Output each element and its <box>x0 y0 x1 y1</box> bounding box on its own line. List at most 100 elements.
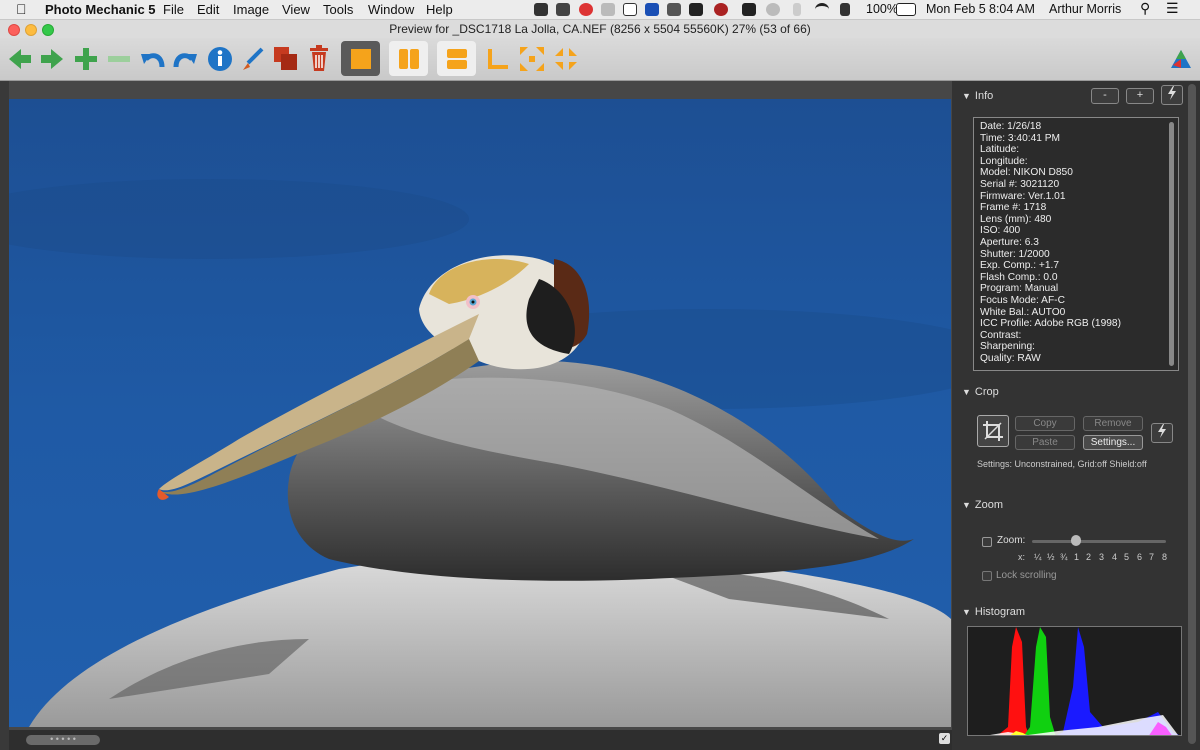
info-line: Firmware: Ver.1.01 <box>980 190 1066 202</box>
menu-bar:  Photo Mechanic 5 File Edit Image View … <box>0 0 1200 20</box>
zoom-level[interactable]: 3 <box>1099 552 1104 562</box>
toolbar <box>0 38 1200 81</box>
single-view-icon[interactable] <box>341 41 380 76</box>
zoom-level[interactable]: ¼ <box>1034 552 1042 562</box>
crop-paste-button[interactable]: Paste <box>1015 435 1075 450</box>
menu-help[interactable]: Help <box>426 2 453 17</box>
plus-icon[interactable] <box>71 44 101 74</box>
zoom-level[interactable]: ½ <box>1047 552 1055 562</box>
zoom-label: Zoom: <box>997 535 1026 546</box>
info-line: Flash Comp.: 0.0 <box>980 271 1058 283</box>
zoom-level[interactable]: 8 <box>1162 552 1167 562</box>
zoom-level[interactable]: 5 <box>1124 552 1129 562</box>
zoom-level[interactable]: 6 <box>1137 552 1142 562</box>
menu-view[interactable]: View <box>282 2 310 17</box>
app-name-menu[interactable]: Photo Mechanic 5 <box>45 2 156 17</box>
menu-edit[interactable]: Edit <box>197 2 219 17</box>
menubar-time[interactable]: 8:04 AM <box>989 2 1035 16</box>
side-by-side-icon[interactable] <box>389 41 428 76</box>
forward-arrow-icon[interactable] <box>37 44 67 74</box>
bluetooth-icon[interactable] <box>793 3 801 16</box>
crop-corner-icon[interactable] <box>483 44 513 74</box>
crop-tool-button[interactable] <box>977 415 1009 447</box>
binoculars-icon[interactable] <box>742 3 756 16</box>
zoom-level[interactable]: ¾ <box>1060 552 1068 562</box>
zoom-section-header[interactable]: ▼ Zoom <box>962 499 1003 511</box>
info-line: Lens (mm): 480 <box>980 213 1052 225</box>
zoom-checkbox[interactable] <box>982 537 992 547</box>
panel-scrollbar[interactable] <box>1188 84 1196 744</box>
status-tray-icon[interactable] <box>667 3 681 16</box>
crop-remove-button[interactable]: Remove <box>1083 416 1143 431</box>
fit-contract-icon[interactable] <box>551 44 581 74</box>
menu-file[interactable]: File <box>163 2 184 17</box>
back-arrow-icon[interactable] <box>5 44 35 74</box>
crop-section-header[interactable]: ▼ Crop <box>962 386 999 398</box>
info-line: Model: NIKON D850 <box>980 167 1073 179</box>
status-tray-icon[interactable] <box>689 3 703 16</box>
info-lightning-button[interactable] <box>1161 85 1183 105</box>
dropbox-icon[interactable] <box>534 3 548 16</box>
info-text-box[interactable]: Date: 1/26/18 Time: 3:40:41 PM Latitude:… <box>973 117 1179 371</box>
left-edge-bar <box>0 81 9 750</box>
time-machine-icon[interactable] <box>766 3 780 16</box>
minus-icon[interactable] <box>104 44 134 74</box>
rotate-right-icon[interactable] <box>170 44 200 74</box>
info-line: Quality: RAW <box>980 352 1041 364</box>
spotlight-search-icon[interactable]: ⚲ <box>1140 0 1150 17</box>
crop-lightning-button[interactable] <box>1151 423 1173 443</box>
info-box-scrollbar[interactable] <box>1169 122 1174 366</box>
zoom-level[interactable]: 1 <box>1074 552 1079 562</box>
info-line: Date: 1/26/18 <box>980 121 1042 132</box>
app-logo-icon[interactable] <box>1166 44 1196 74</box>
volume-icon[interactable] <box>840 3 850 16</box>
status-tray-icon[interactable] <box>645 3 659 16</box>
zoom-slider-track[interactable] <box>1032 540 1166 543</box>
apple-icon[interactable]:  <box>16 1 27 17</box>
crop-icon <box>983 421 1003 441</box>
crop-copy-button[interactable]: Copy <box>1015 416 1075 431</box>
preview-checkbox[interactable]: ✓ <box>939 733 950 744</box>
histogram-section-header[interactable]: ▼ Histogram <box>962 606 1025 618</box>
zoom-level[interactable]: 2 <box>1086 552 1091 562</box>
info-plus-button[interactable]: + <box>1126 88 1154 104</box>
menu-tools[interactable]: Tools <box>323 2 353 17</box>
menubar-user[interactable]: Arthur Morris <box>1049 2 1121 16</box>
info-icon[interactable] <box>205 44 235 74</box>
status-tray-icon[interactable] <box>556 3 570 16</box>
disclosure-triangle-icon[interactable]: ▼ <box>962 91 971 101</box>
status-tray-icon[interactable] <box>579 3 593 16</box>
rotate-left-icon[interactable] <box>138 44 168 74</box>
zoom-level[interactable]: 4 <box>1112 552 1117 562</box>
info-line: Latitude: <box>980 144 1020 156</box>
lock-scrolling-label: Lock scrolling <box>996 570 1057 581</box>
notification-center-icon[interactable]: ☰ <box>1166 0 1179 17</box>
zoom-slider-thumb[interactable] <box>1071 535 1081 546</box>
edit-brush-icon[interactable] <box>238 44 268 74</box>
crop-settings-button[interactable]: Settings... <box>1083 435 1143 450</box>
info-line: Focus Mode: AF-C <box>980 294 1065 306</box>
disclosure-triangle-icon[interactable]: ▼ <box>962 500 971 510</box>
menu-image[interactable]: Image <box>233 2 269 17</box>
menu-window[interactable]: Window <box>368 2 414 17</box>
stacked-view-icon[interactable] <box>437 41 476 76</box>
copy-stack-icon[interactable] <box>271 44 301 74</box>
lock-scrolling-checkbox[interactable] <box>982 571 992 581</box>
preview-image[interactable] <box>9 99 951 727</box>
status-tray-icon[interactable] <box>714 3 728 16</box>
battery-icon[interactable] <box>896 3 916 16</box>
fit-expand-icon[interactable] <box>517 44 547 74</box>
status-tray-icon[interactable] <box>601 3 615 16</box>
filmstrip-scroll-thumb[interactable]: • • • • • <box>26 735 100 745</box>
disclosure-triangle-icon[interactable]: ▼ <box>962 387 971 397</box>
zoom-level[interactable]: 7 <box>1149 552 1154 562</box>
status-tray-icon[interactable] <box>623 3 637 16</box>
info-line: Sharpening: <box>980 341 1035 353</box>
menubar-date[interactable]: Mon Feb 5 <box>926 2 986 16</box>
info-minus-button[interactable]: - <box>1091 88 1119 104</box>
trash-icon[interactable] <box>304 44 334 74</box>
info-section-header[interactable]: ▼ Info <box>962 90 993 102</box>
disclosure-triangle-icon[interactable]: ▼ <box>962 607 971 617</box>
wifi-icon[interactable] <box>815 3 829 16</box>
info-line: Program: Manual <box>980 283 1059 295</box>
